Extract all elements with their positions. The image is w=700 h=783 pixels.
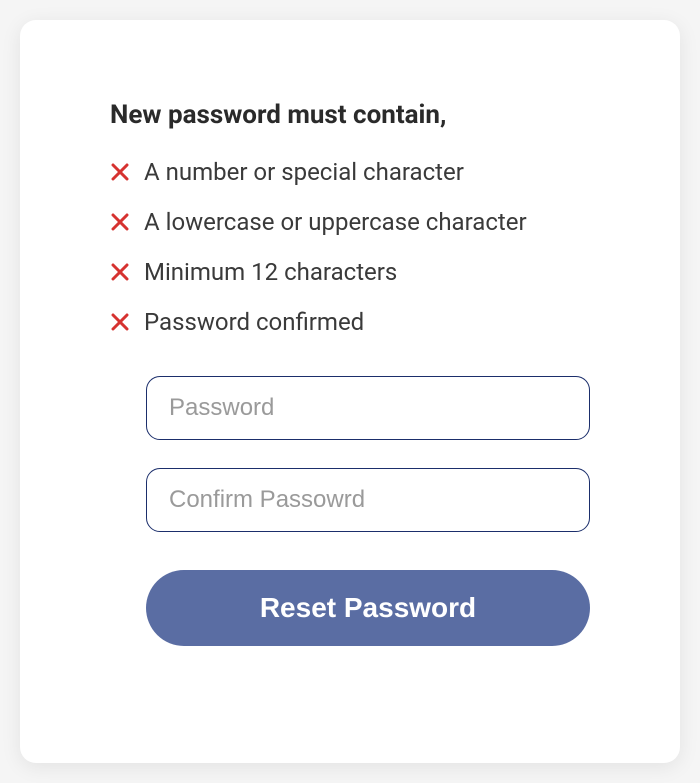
requirement-text: Minimum 12 characters bbox=[144, 258, 397, 286]
confirm-password-field[interactable] bbox=[146, 468, 590, 532]
requirement-item: A number or special character bbox=[110, 158, 590, 186]
reset-password-button[interactable]: Reset Password bbox=[146, 570, 590, 646]
requirements-title: New password must contain, bbox=[110, 100, 590, 130]
requirement-item: A lowercase or uppercase character bbox=[110, 208, 590, 236]
x-icon bbox=[110, 312, 130, 332]
x-icon bbox=[110, 162, 130, 182]
x-icon bbox=[110, 212, 130, 232]
requirements-list: A number or special character A lowercas… bbox=[110, 158, 590, 336]
reset-password-card: New password must contain, A number or s… bbox=[20, 20, 680, 763]
password-field[interactable] bbox=[146, 376, 590, 440]
requirement-text: Password confirmed bbox=[144, 308, 364, 336]
password-form: Reset Password bbox=[110, 376, 590, 646]
requirement-text: A lowercase or uppercase character bbox=[144, 208, 527, 236]
requirement-text: A number or special character bbox=[144, 158, 464, 186]
requirement-item: Password confirmed bbox=[110, 308, 590, 336]
x-icon bbox=[110, 262, 130, 282]
requirement-item: Minimum 12 characters bbox=[110, 258, 590, 286]
